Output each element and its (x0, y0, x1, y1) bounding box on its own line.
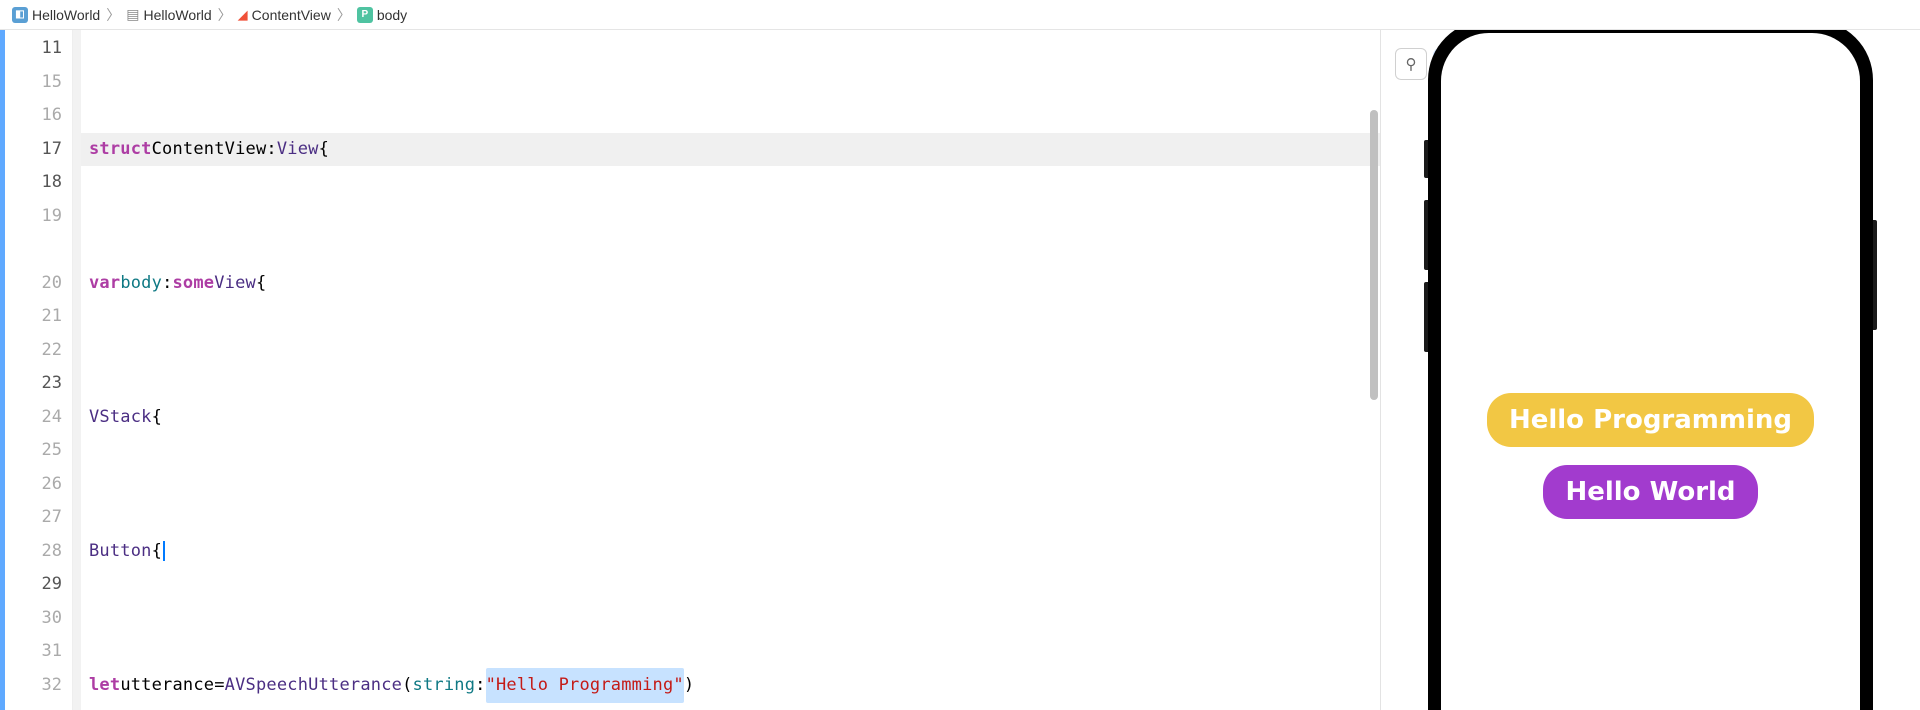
scrollbar-thumb[interactable] (1370, 110, 1378, 400)
code-line[interactable]: Button { (89, 535, 1380, 569)
breadcrumb: ◧ HelloWorld 〉 ▤ HelloWorld 〉 ◢ ContentV… (0, 0, 1920, 30)
device-side-button (1424, 140, 1428, 178)
breadcrumb-item-file[interactable]: ◢ ContentView (238, 7, 331, 23)
code-line[interactable]: var body: some View { (89, 267, 1380, 301)
app-icon: ◧ (12, 7, 28, 23)
hello-world-button[interactable]: Hello World (1543, 465, 1757, 519)
chevron-right-icon: 〉 (106, 5, 120, 25)
breadcrumb-item-symbol[interactable]: P body (357, 7, 407, 23)
device-side-button (1873, 220, 1877, 330)
device-side-button (1424, 200, 1428, 270)
code-line[interactable]: let utterance = AVSpeechUtterance(string… (89, 669, 1380, 703)
code-line[interactable]: VStack { (89, 401, 1380, 435)
breadcrumb-item-folder[interactable]: ▤ HelloWorld (126, 6, 211, 23)
code-line[interactable]: struct ContentView: View { (81, 133, 1380, 167)
fold-strip[interactable] (73, 30, 81, 710)
preview-canvas[interactable]: ⚲ ▢ Preview (Line 51) Hello Programming … (1380, 30, 1920, 710)
code-area[interactable]: struct ContentView: View { var body: som… (81, 30, 1380, 710)
pin-icon: ⚲ (1406, 55, 1417, 73)
pin-button[interactable]: ⚲ (1395, 48, 1427, 80)
property-icon: P (357, 7, 373, 23)
breadcrumb-item-project[interactable]: ◧ HelloWorld (12, 7, 100, 23)
text-cursor (163, 541, 165, 561)
hello-programming-button[interactable]: Hello Programming (1487, 393, 1814, 447)
device-screen[interactable]: Hello Programming Hello World (1441, 33, 1860, 710)
code-editor[interactable]: 11151617181920212223242526272829303132 s… (0, 30, 1380, 710)
line-gutter[interactable]: 11151617181920212223242526272829303132 (5, 30, 73, 710)
chevron-right-icon: 〉 (218, 5, 232, 25)
breadcrumb-label: HelloWorld (143, 7, 211, 23)
chevron-right-icon: 〉 (337, 5, 351, 25)
breadcrumb-label: ContentView (252, 7, 331, 23)
folder-icon: ▤ (126, 6, 139, 23)
device-side-button (1424, 282, 1428, 352)
breadcrumb-label: HelloWorld (32, 7, 100, 23)
device-frame: Hello Programming Hello World (1428, 30, 1873, 710)
swift-icon: ◢ (238, 7, 248, 23)
breadcrumb-label: body (377, 7, 407, 23)
